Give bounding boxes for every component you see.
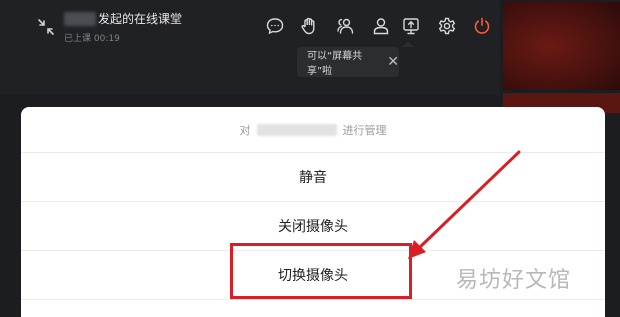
collapse-icon[interactable] [36, 17, 56, 37]
members-icon[interactable] [334, 15, 356, 37]
sheet-header-suffix: 进行管理 [342, 123, 387, 137]
redacted-participant-name [256, 123, 337, 136]
class-duration: 已上课 00:19 [64, 34, 120, 44]
power-icon[interactable] [471, 15, 493, 37]
screen-share-tooltip: 可以“屏幕共享”啦 ✕ [297, 41, 414, 77]
class-title-block: 发起的在线课堂 已上课 00:19 [64, 10, 182, 44]
highlight-box [230, 243, 412, 299]
redacted-host-name [64, 11, 96, 26]
chat-bubble-icon[interactable] [264, 15, 286, 37]
sheet-header: 对 进行管理 [21, 107, 605, 153]
user-icon[interactable] [370, 15, 392, 37]
video-thumbnail[interactable] [503, 2, 620, 90]
close-icon[interactable]: ✕ [387, 55, 399, 69]
call-header: 发起的在线课堂 已上课 00:19 可以“屏幕共享”啦 ✕ [0, 0, 500, 95]
tooltip-text: 可以“屏幕共享”啦 [307, 51, 363, 77]
raise-hand-icon[interactable] [298, 15, 320, 37]
screen-share-icon[interactable] [400, 15, 422, 37]
mute-option[interactable]: 静音 [21, 153, 605, 202]
gear-icon[interactable] [436, 15, 458, 37]
class-title: 发起的在线课堂 [98, 12, 183, 26]
watermark: 易坊好文馆 [456, 268, 572, 293]
sheet-header-prefix: 对 [239, 123, 251, 137]
